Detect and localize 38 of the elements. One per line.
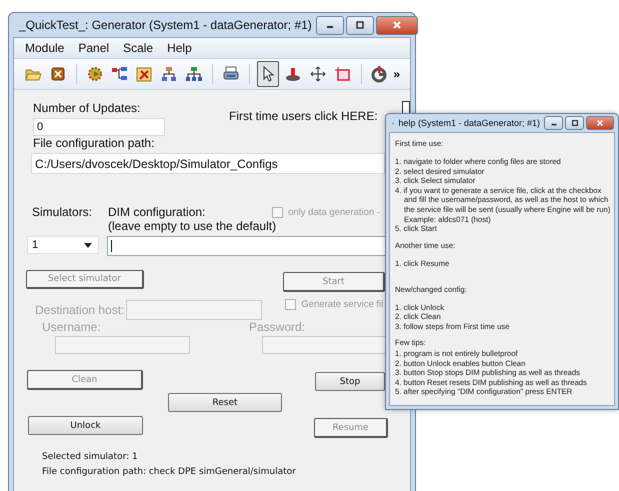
username-field[interactable] xyxy=(55,336,190,354)
menu-item[interactable]: Help xyxy=(160,41,199,55)
status-text: Selected simulator: 1 xyxy=(42,451,139,464)
field-label: File configuration path: xyxy=(33,136,154,150)
path-field[interactable]: C:/Users/dvoscek/Desktop/Simulator_Configs xyxy=(31,153,385,174)
field-label: Destination host: xyxy=(35,303,124,317)
field-label: DIM configuration: xyxy=(108,205,206,219)
minimize-button[interactable] xyxy=(544,116,563,130)
maximize-button[interactable] xyxy=(565,116,584,130)
reset-button[interactable]: Reset xyxy=(168,393,282,412)
unlock-button[interactable]: Unlock xyxy=(28,416,143,435)
pointer-icon[interactable] xyxy=(256,61,279,87)
maximize-icon xyxy=(354,20,365,30)
host-field[interactable] xyxy=(126,300,262,320)
field-label: Simulators: xyxy=(32,205,94,219)
window-title: help (System1 - dataGenerator; #1) xyxy=(398,118,540,128)
field-label: Username: xyxy=(42,320,102,334)
updates-field[interactable]: 0 xyxy=(33,118,165,136)
close-icon xyxy=(596,119,604,127)
minimize-button[interactable] xyxy=(316,16,344,34)
menu-item[interactable]: Scale xyxy=(116,41,160,55)
dropdown-icon xyxy=(84,242,92,248)
stop-button[interactable]: Stop xyxy=(315,372,385,391)
menu-item[interactable]: Panel xyxy=(71,41,116,55)
maximize-icon xyxy=(570,119,578,127)
help-hint: First time users click HERE: xyxy=(229,109,378,123)
overflow-button[interactable]: » xyxy=(393,67,400,81)
field-hint: (leave empty to use the default) xyxy=(108,219,276,233)
status-text: File configuration path: check DPE simGeneral/simulator xyxy=(42,466,297,479)
field-label: Number of Updates: xyxy=(33,101,142,115)
simulator-dropdown[interactable]: 1 xyxy=(27,236,99,254)
window-title: _QuickTest_: Generator (System1 - dataGenerator; #1) xyxy=(19,18,312,32)
menu-item[interactable]: Module xyxy=(18,41,72,55)
close-button[interactable] xyxy=(376,16,418,34)
field-label: Password: xyxy=(249,320,306,334)
maximize-button[interactable] xyxy=(346,16,374,34)
close-button[interactable] xyxy=(586,116,614,130)
close-icon xyxy=(392,20,402,30)
